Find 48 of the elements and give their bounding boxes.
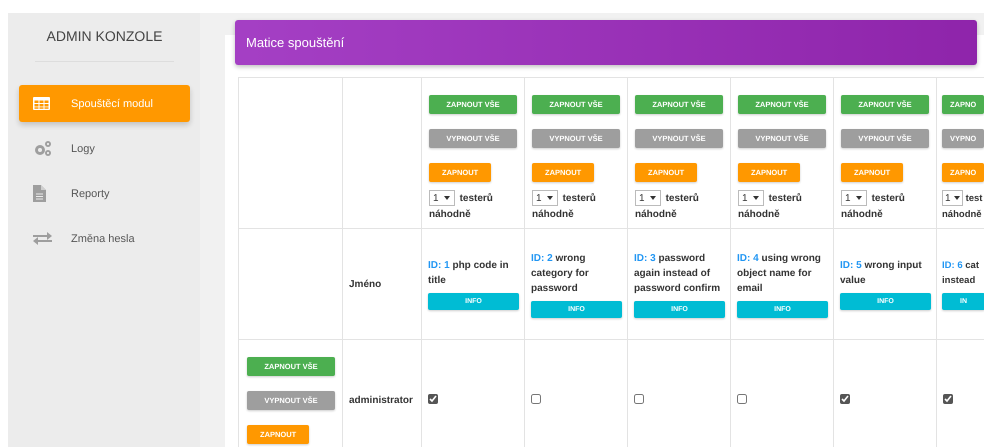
caret-icon: [444, 196, 450, 200]
permission-checkbox[interactable]: [840, 394, 850, 404]
permission-checkbox[interactable]: [943, 394, 953, 404]
tester-count-select[interactable]: 1: [532, 190, 558, 206]
testers-label: testerů: [460, 192, 493, 204]
tester-count-select[interactable]: 1: [942, 190, 963, 206]
caret-icon: [954, 196, 960, 200]
tester-count-select[interactable]: 1: [429, 190, 455, 206]
grid-icon: [33, 97, 50, 110]
test-description: ID: 5 wrong input value: [840, 259, 923, 288]
test-description: ID: 1 php code in title: [428, 259, 510, 288]
caret-icon: [650, 196, 656, 200]
gears-icon: [33, 140, 53, 157]
tester-count-select[interactable]: 1: [635, 190, 661, 206]
document-icon: [33, 185, 46, 202]
name-header: Jméno: [349, 278, 382, 290]
swap-arrows-icon: [33, 232, 52, 245]
caret-icon: [856, 196, 862, 200]
test-description: ID: 2 wrong category for password: [531, 252, 590, 296]
random-label: náhodně: [942, 209, 983, 220]
permission-checkbox[interactable]: [737, 394, 747, 404]
random-label: náhodně: [429, 209, 472, 220]
test-description: ID: 3 password again instead of password confirm: [634, 252, 722, 296]
testers-label: test: [966, 192, 982, 204]
permission-checkbox[interactable]: [634, 394, 644, 404]
random-label: náhodně: [532, 209, 575, 220]
test-description: ID: 6 cat instead: [942, 259, 980, 288]
caret-icon: [546, 196, 553, 200]
testers-label: testerů: [872, 192, 905, 204]
sidebar-item[interactable]: Spouštěcí modul: [19, 85, 190, 122]
random-label: náhodně: [738, 209, 781, 220]
random-label: náhodně: [841, 209, 884, 220]
permission-checkbox[interactable]: [531, 394, 541, 404]
testers-label: testerů: [562, 192, 596, 204]
test-description: ID: 4 using wrong object name for email: [737, 252, 822, 296]
random-label: náhodně: [635, 209, 678, 220]
tester-count-select[interactable]: 1: [841, 190, 867, 206]
panel-title: Matice spouštění: [246, 35, 344, 50]
sidebar-item[interactable]: Změna hesla: [19, 220, 190, 257]
caret-icon: [752, 196, 759, 200]
testers-label: testerů: [666, 192, 699, 204]
user-name: administrator: [349, 395, 413, 406]
tester-count-select[interactable]: 1: [738, 190, 764, 206]
sidebar-item[interactable]: Logy: [19, 130, 190, 167]
brand-title: ADMIN KONZOLE: [35, 13, 174, 62]
testers-label: testerů: [768, 192, 802, 204]
sidebar-item[interactable]: Reporty: [19, 175, 190, 212]
permission-checkbox[interactable]: [428, 394, 438, 404]
